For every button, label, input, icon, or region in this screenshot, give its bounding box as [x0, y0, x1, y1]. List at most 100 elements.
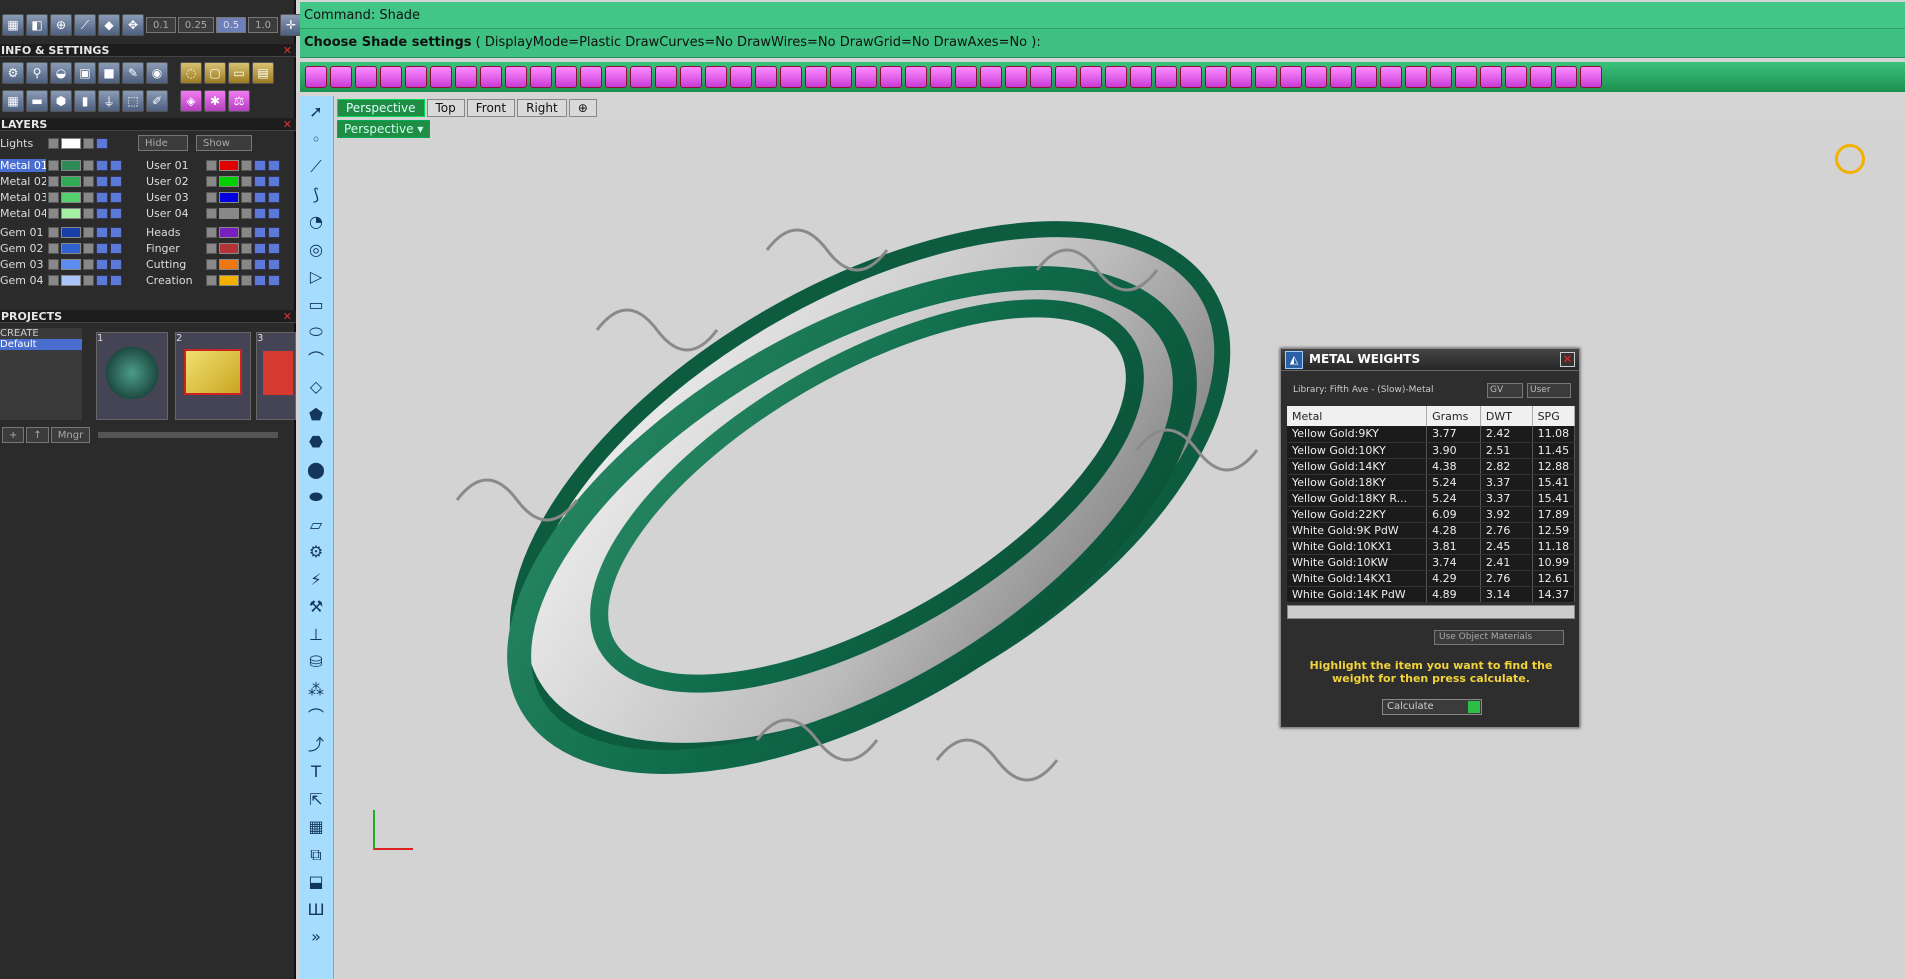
select-toggle[interactable] — [268, 258, 280, 270]
tool-icon[interactable]: ⬓ — [306, 872, 326, 892]
layer-arrow[interactable] — [48, 191, 59, 203]
box-icon[interactable]: ▣ — [74, 62, 96, 84]
select-toggle[interactable] — [268, 242, 280, 254]
tool-icon[interactable]: ⌒ — [306, 350, 326, 370]
viewport-label[interactable]: Perspective ▾ — [337, 120, 431, 138]
table-row[interactable]: White Gold:14KX1 4.29 2.76 12.61 — [1287, 570, 1576, 587]
tool-icon[interactable] — [1155, 66, 1177, 88]
user-toggle[interactable]: User — [1527, 383, 1571, 398]
tool-icon[interactable] — [630, 66, 652, 88]
select-toggle[interactable] — [110, 258, 122, 270]
tool-icon[interactable] — [930, 66, 952, 88]
tool-icon[interactable] — [1480, 66, 1502, 88]
lock-icon[interactable] — [83, 242, 94, 254]
visibility-toggle[interactable] — [96, 258, 108, 270]
tool-icon[interactable] — [1280, 66, 1302, 88]
crosshair-icon[interactable]: ✛ — [279, 14, 302, 36]
tool-icon[interactable] — [480, 66, 502, 88]
value-0.25[interactable]: 0.25 — [177, 17, 215, 33]
tool-icon[interactable]: ⁂ — [306, 680, 326, 700]
tool-icon[interactable] — [980, 66, 1002, 88]
tool-icon[interactable]: ⬣ — [306, 432, 326, 452]
layer-arrow[interactable] — [48, 274, 59, 286]
tool-icon[interactable]: ⌒ — [306, 707, 326, 727]
select-toggle[interactable] — [110, 226, 122, 238]
visibility-toggle[interactable] — [254, 242, 266, 254]
select-toggle[interactable] — [268, 175, 280, 187]
visibility-toggle[interactable] — [254, 274, 266, 286]
tool-icon[interactable]: Ш — [306, 900, 326, 920]
tool-icon[interactable]: ⬟ — [306, 405, 326, 425]
close-icon[interactable]: ✕ — [283, 118, 292, 131]
layout-icon[interactable]: ▦ — [2, 90, 24, 112]
column-header[interactable]: DWT — [1480, 406, 1533, 426]
tool-icon[interactable] — [1005, 66, 1027, 88]
tool-icon[interactable]: ⧉ — [306, 845, 326, 865]
layer-row[interactable]: User 04 — [146, 206, 280, 220]
close-icon[interactable]: ✕ — [1560, 352, 1575, 367]
use-object-materials-checkbox[interactable]: Use Object Materials — [1434, 630, 1564, 645]
tool-icon[interactable] — [780, 66, 802, 88]
ring-icon[interactable] — [1835, 144, 1865, 174]
layer-arrow[interactable] — [48, 207, 59, 219]
layer-row[interactable]: Metal 04 — [0, 206, 122, 220]
tool-icon[interactable] — [430, 66, 452, 88]
lights-swatch[interactable] — [61, 137, 81, 149]
select-toggle[interactable] — [268, 274, 280, 286]
tool-icon[interactable] — [605, 66, 627, 88]
tool-icon[interactable] — [530, 66, 552, 88]
tool-icon[interactable]: ⚡ — [306, 570, 326, 590]
tool-icon[interactable] — [1230, 66, 1252, 88]
layer-row[interactable]: Finger — [146, 241, 280, 255]
tool-icon[interactable]: ➚ — [306, 102, 326, 122]
tool-icon[interactable] — [1405, 66, 1427, 88]
layer-row[interactable]: Gem 02 — [0, 241, 122, 255]
layer-arrow[interactable] — [48, 159, 59, 171]
layer-color-swatch[interactable] — [61, 274, 81, 286]
tool-icon[interactable] — [1555, 66, 1577, 88]
visibility-toggle[interactable] — [96, 226, 108, 238]
layer-color-swatch[interactable] — [219, 274, 239, 286]
edit-icon[interactable]: ✐ — [146, 90, 168, 112]
value-1.0[interactable]: 1.0 — [248, 17, 278, 33]
layer-arrow[interactable] — [206, 159, 217, 171]
tab-right[interactable]: Right — [517, 99, 567, 117]
tool-icon[interactable] — [830, 66, 852, 88]
table-row[interactable]: Yellow Gold:14KY 4.38 2.82 12.88 — [1287, 458, 1576, 475]
tool-icon[interactable] — [1305, 66, 1327, 88]
column-header[interactable]: Grams — [1426, 406, 1481, 426]
tool-icon[interactable] — [1580, 66, 1602, 88]
layer-color-swatch[interactable] — [61, 242, 81, 254]
layer-color-swatch[interactable] — [219, 175, 239, 187]
material-icon[interactable]: ◉ — [146, 62, 168, 84]
visibility-toggle[interactable] — [254, 226, 266, 238]
tool-icon[interactable] — [405, 66, 427, 88]
search-icon[interactable]: ⚲ — [26, 62, 48, 84]
ring-icon[interactable]: ◌ — [180, 62, 202, 84]
column-header[interactable]: Metal — [1287, 406, 1428, 426]
layer-arrow[interactable] — [206, 226, 217, 238]
visibility-toggle[interactable] — [254, 159, 266, 171]
tool-icon[interactable]: ◦ — [306, 130, 326, 150]
tool-icon[interactable]: ⤴ — [306, 735, 326, 755]
lights-arrow[interactable] — [48, 137, 59, 149]
visibility-toggle[interactable] — [254, 207, 266, 219]
hide-button[interactable]: Hide — [138, 135, 188, 151]
gv-toggle[interactable]: GV — [1487, 383, 1523, 398]
layer-row[interactable]: User 03 — [146, 190, 280, 204]
layer-color-swatch[interactable] — [219, 242, 239, 254]
tool-icon[interactable] — [1530, 66, 1552, 88]
value-0.5[interactable]: 0.5 — [216, 17, 247, 33]
tool-icon[interactable]: ⛁ — [306, 652, 326, 672]
lock-icon[interactable] — [241, 242, 252, 254]
tool-icon[interactable] — [330, 66, 352, 88]
select-toggle[interactable] — [268, 207, 280, 219]
tool-icon[interactable] — [1080, 66, 1102, 88]
layer-arrow[interactable] — [206, 175, 217, 187]
layer-row[interactable]: Creation — [146, 273, 280, 287]
layer-row[interactable]: Gem 01 — [0, 225, 122, 239]
layer-color-swatch[interactable] — [219, 159, 239, 171]
tool-icon[interactable] — [680, 66, 702, 88]
select-icon[interactable]: ⬚ — [122, 90, 144, 112]
project-create[interactable]: CREATE — [0, 328, 82, 339]
